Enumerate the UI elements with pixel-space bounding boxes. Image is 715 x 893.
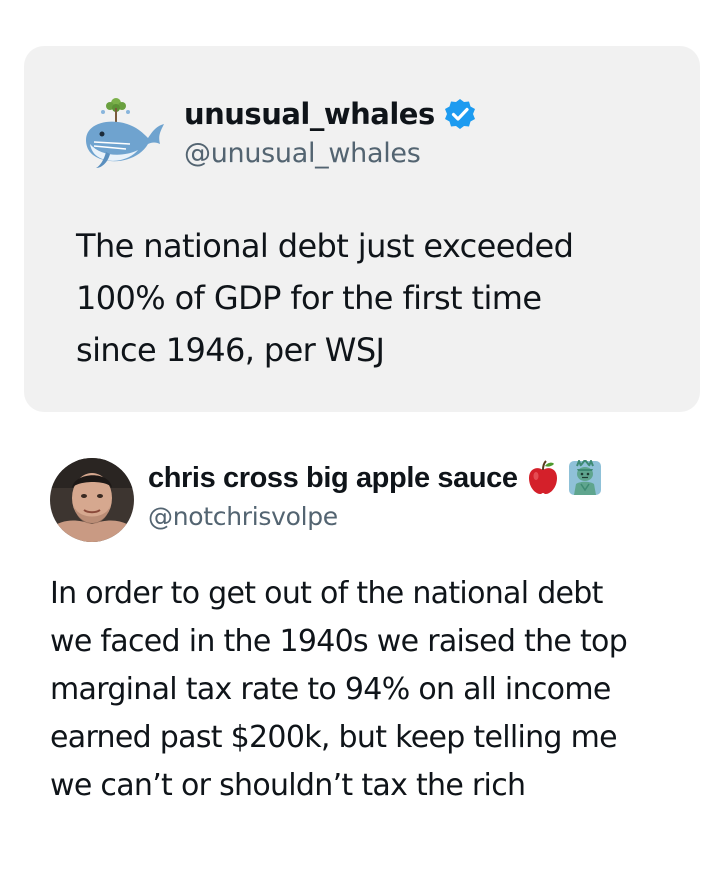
reply-author-name[interactable]: chris cross big apple sauce (148, 462, 518, 495)
quoted-tweet-text: The national debt just exceeded 100% of … (76, 220, 686, 376)
reply-text-line: In order to get out of the national debt (50, 576, 603, 611)
avatar[interactable] (50, 458, 134, 542)
statue-of-liberty-icon (568, 460, 601, 495)
quoted-author-row: unusual_whales (184, 94, 477, 134)
whale-logo-icon (86, 98, 164, 168)
reply-text-line: we can’t or shouldn’t tax the rich (50, 768, 526, 803)
quoted-author-handle[interactable]: @unusual_whales (184, 138, 421, 169)
reply-author-row: chris cross big apple sauce (148, 458, 602, 498)
reply-text-line: earned past $200k, but keep telling me (50, 720, 618, 755)
reply-text-line: we faced in the 1940s we raised the top (50, 624, 628, 659)
quoted-text-line: The national debt just exceeded (76, 227, 574, 265)
apple-icon (528, 460, 557, 494)
quoted-tweet-card[interactable]: unusual_whales @unusual_whales The natio… (24, 46, 700, 412)
reply-text-line: marginal tax rate to 94% on all income (50, 672, 611, 707)
quoted-text-line: since 1946, per WSJ (76, 331, 385, 369)
quoted-text-line: 100% of GDP for the first time (76, 279, 542, 317)
reply-author-handle[interactable]: @notchrisvolpe (148, 502, 338, 531)
profile-photo (50, 458, 134, 542)
quoted-author-name[interactable]: unusual_whales (184, 97, 435, 131)
reply-tweet: chris cross big apple sauce @notchrisvol… (0, 440, 715, 840)
verified-badge-icon (444, 99, 475, 129)
reply-tweet-text: In order to get out of the national debt… (50, 570, 705, 810)
